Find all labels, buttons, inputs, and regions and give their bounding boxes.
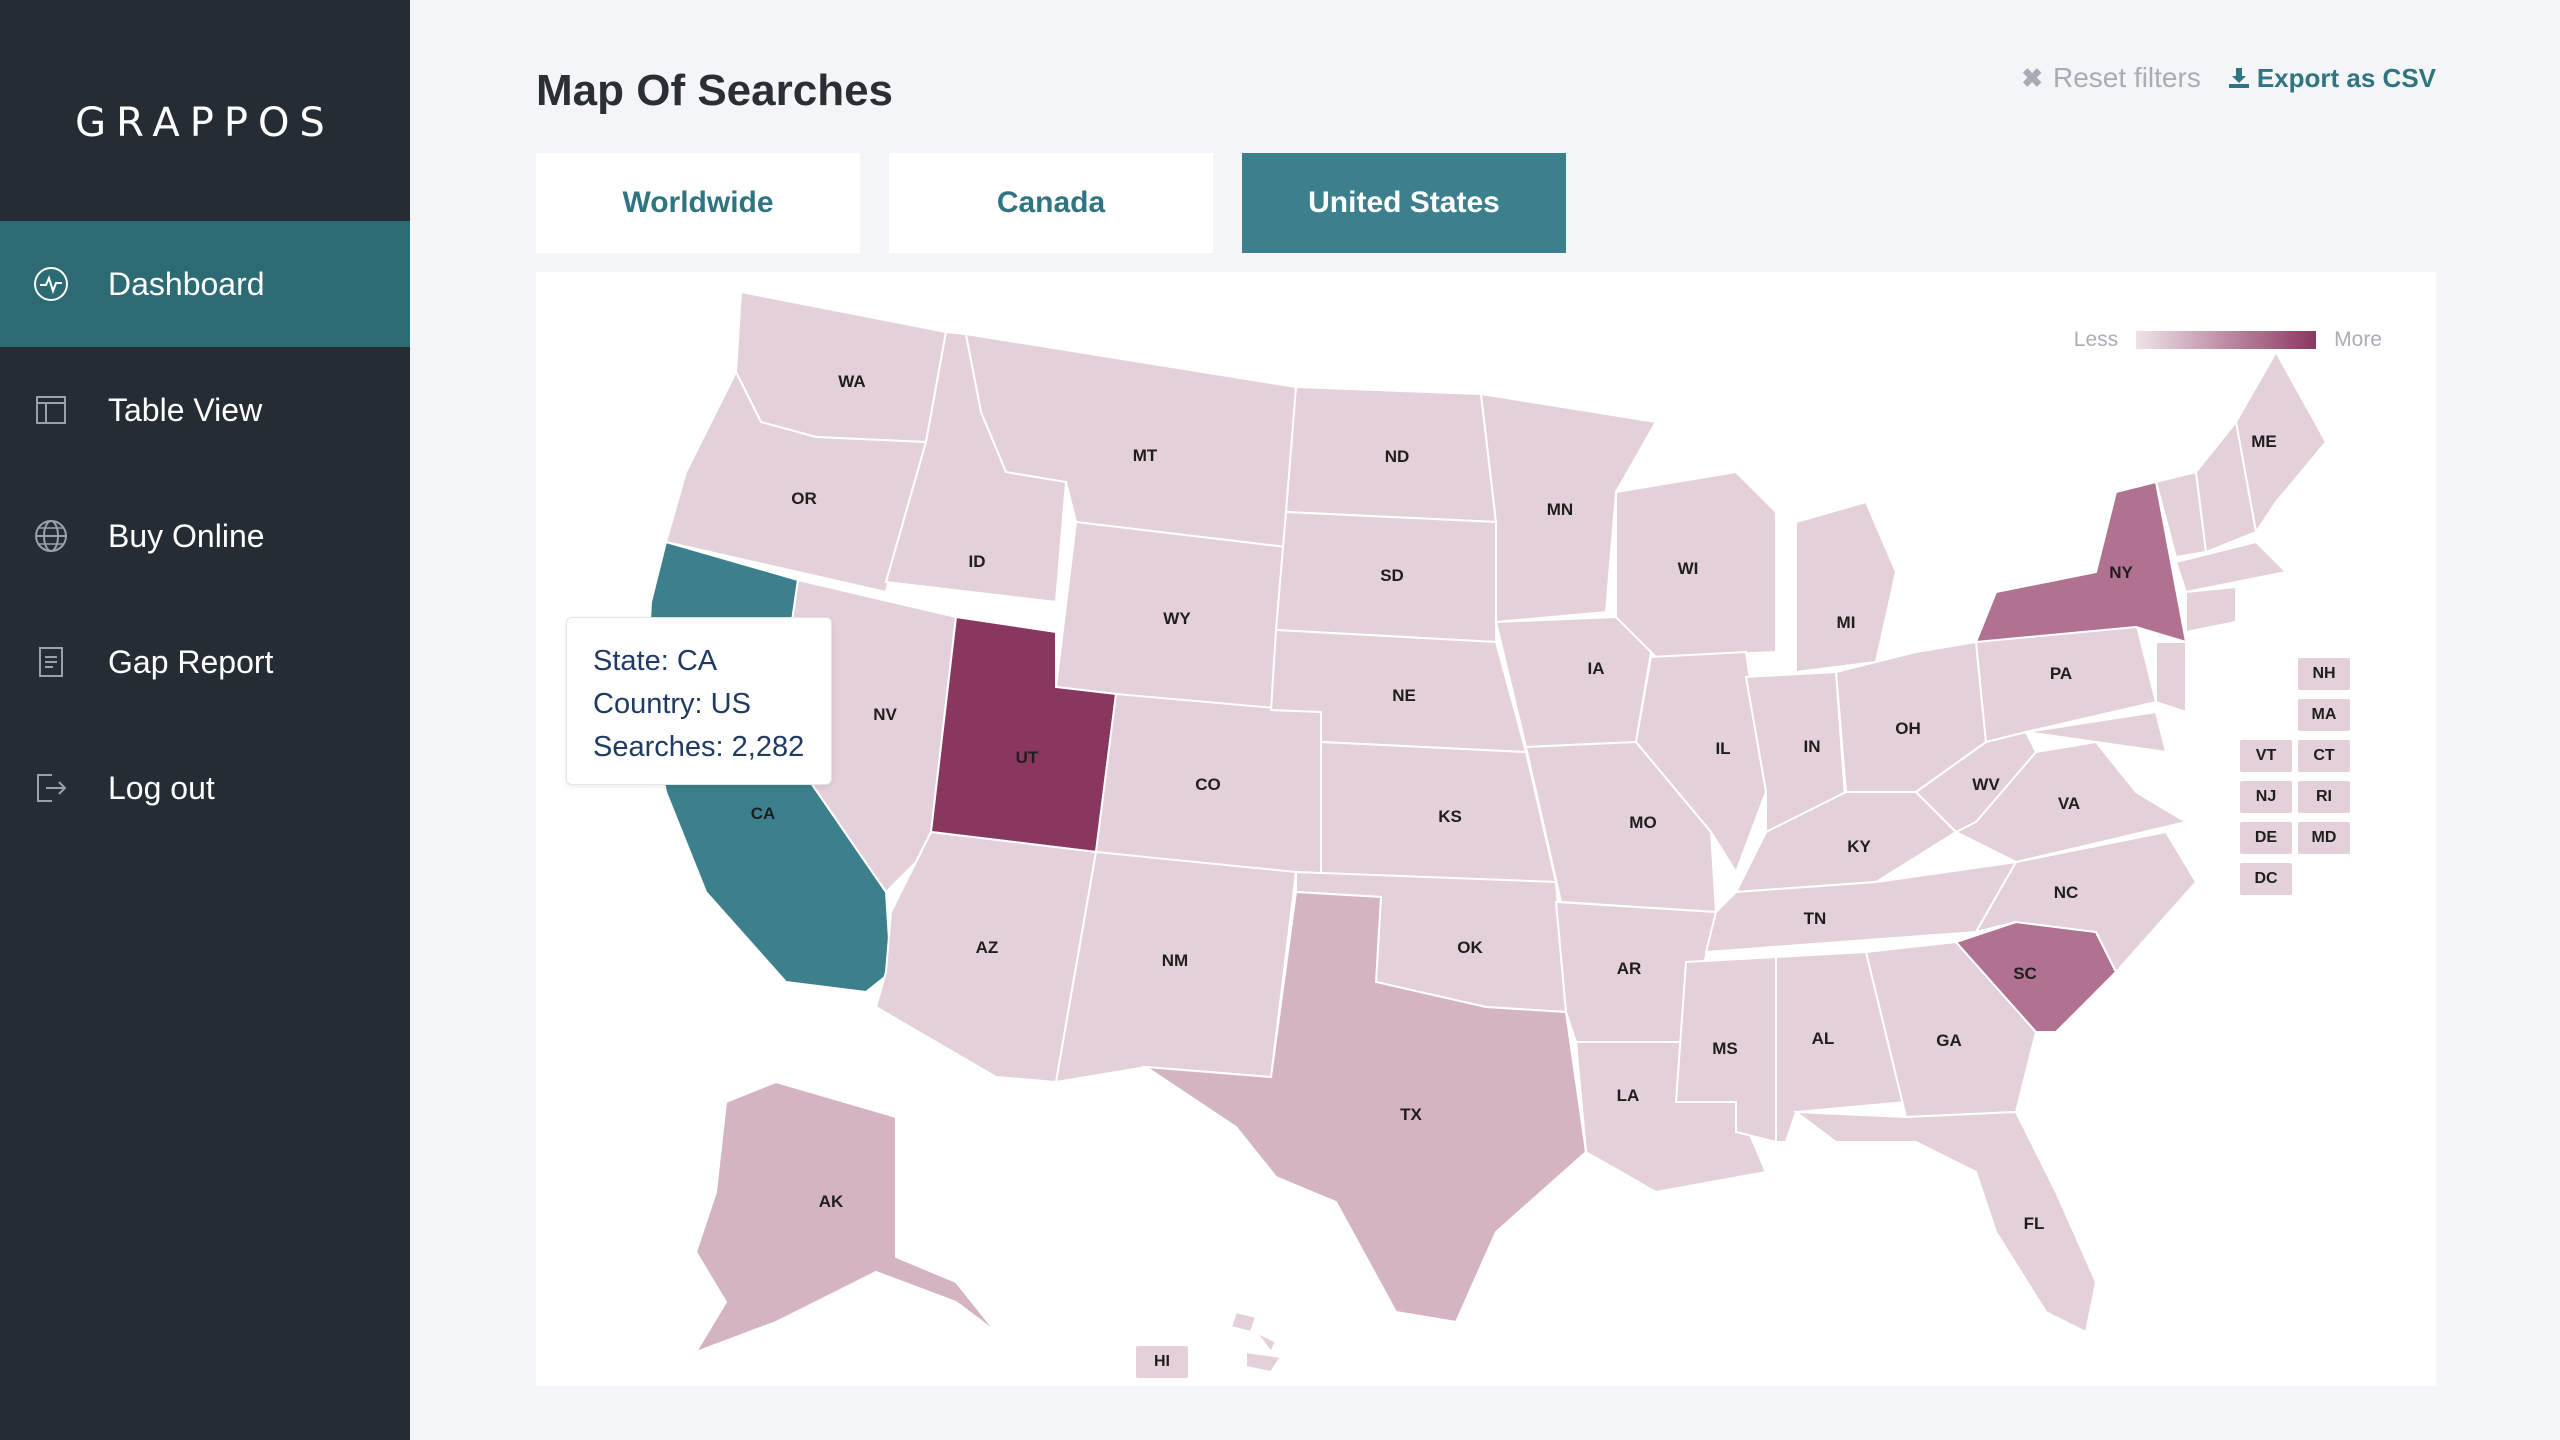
state-label-nc: NC — [2054, 883, 2079, 902]
sidebar-item-label: Dashboard — [108, 265, 265, 302]
state-label-mo: MO — [1629, 813, 1656, 832]
state-label-hi[interactable]: HI — [1136, 1346, 1188, 1378]
state-label-ak: AK — [819, 1192, 844, 1211]
sidebar: GRAPPOS Dashboard Table View Buy Online … — [0, 0, 410, 1440]
export-csv-button[interactable]: Export as CSV — [2227, 63, 2436, 94]
us-map: WA OR CA ID NV MT WY UT AZ CO NM ND SD N… — [644, 290, 2328, 1374]
state-label-ky: KY — [1847, 837, 1871, 856]
map-card: Less More WA OR CA ID NV MT WY UT AZ CO … — [536, 272, 2436, 1386]
reset-filters-label: Reset filters — [2053, 62, 2201, 93]
tooltip-state: State: CA — [593, 645, 718, 677]
state-label-sd: SD — [1380, 566, 1404, 585]
state-label-tn: TN — [1804, 909, 1827, 928]
reset-filters-button[interactable]: ✖ Reset filters — [2021, 62, 2201, 94]
state-label-ms: MS — [1712, 1039, 1738, 1058]
state-ct[interactable] — [2185, 585, 2237, 634]
state-ny[interactable] — [1974, 480, 2188, 644]
sidebar-item-table-view[interactable]: Table View — [0, 347, 410, 473]
small-state-ct[interactable]: CT — [2298, 740, 2350, 772]
tooltip-searches: Searches: 2,282 — [593, 731, 805, 763]
sidebar-item-label: Gap Report — [108, 643, 274, 680]
close-icon: ✖ — [2021, 62, 2043, 93]
state-wa[interactable] — [734, 290, 948, 444]
sidebar-item-log-out[interactable]: Log out — [0, 725, 410, 851]
globe-icon — [32, 517, 70, 555]
state-ak[interactable] — [693, 1080, 997, 1354]
sidebar-item-gap-report[interactable]: Gap Report — [0, 599, 410, 725]
small-state-ri[interactable]: RI — [2298, 781, 2350, 813]
page-title: Map Of Searches — [536, 66, 894, 115]
sidebar-item-label: Table View — [108, 391, 263, 428]
state-nj[interactable] — [2155, 641, 2187, 714]
state-label-or: OR — [791, 489, 817, 508]
tab-united-states[interactable]: United States — [1242, 153, 1566, 253]
export-csv-label: Export as CSV — [2256, 62, 2436, 93]
state-label-mt: MT — [1133, 446, 1158, 465]
state-label-me: ME — [2251, 432, 2277, 451]
state-label-ia: IA — [1588, 659, 1605, 678]
sidebar-item-buy-online[interactable]: Buy Online — [0, 473, 410, 599]
download-icon — [2228, 68, 2249, 88]
state-label-ks: KS — [1438, 807, 1462, 826]
table-icon — [32, 391, 70, 429]
state-label-ga: GA — [1936, 1031, 1962, 1050]
sidebar-item-label: Buy Online — [108, 517, 265, 554]
state-label-wy: WY — [1163, 609, 1191, 628]
state-label-la: LA — [1617, 1086, 1640, 1105]
state-label-fl: FL — [2024, 1214, 2045, 1233]
state-label-id: ID — [969, 552, 986, 571]
state-label-nv: NV — [873, 705, 897, 724]
state-label-ut: UT — [1016, 748, 1039, 767]
state-mi[interactable] — [1795, 500, 1898, 674]
state-label-va: VA — [2058, 794, 2080, 813]
state-label-il: IL — [1715, 739, 1730, 758]
brand-logo: GRAPPOS — [75, 100, 335, 146]
small-state-de[interactable]: DE — [2240, 822, 2292, 854]
small-state-nj[interactable]: NJ — [2240, 781, 2292, 813]
state-fl[interactable] — [1792, 1110, 2098, 1334]
sidebar-nav: Dashboard Table View Buy Online Gap Repo… — [0, 221, 410, 851]
small-state-dc[interactable]: DC — [2240, 863, 2292, 895]
state-label-tx: TX — [1400, 1105, 1422, 1124]
region-tabs: Worldwide Canada United States — [536, 153, 1566, 253]
activity-icon — [32, 265, 70, 303]
sidebar-item-dashboard[interactable]: Dashboard — [0, 221, 410, 347]
state-label-ny: NY — [2109, 563, 2133, 582]
tab-worldwide[interactable]: Worldwide — [536, 153, 860, 253]
state-label-pa: PA — [2050, 664, 2072, 683]
state-label-nd: ND — [1385, 447, 1410, 466]
small-state-nh[interactable]: NH — [2298, 658, 2350, 690]
small-state-vt[interactable]: VT — [2240, 740, 2292, 772]
state-hi[interactable] — [1229, 1310, 1283, 1374]
document-icon — [32, 643, 70, 681]
state-label-ne: NE — [1392, 686, 1416, 705]
state-label-mn: MN — [1547, 500, 1573, 519]
state-label-ar: AR — [1617, 959, 1642, 978]
logout-icon — [32, 769, 70, 807]
state-label-al: AL — [1812, 1029, 1835, 1048]
header-actions: ✖ Reset filters Export as CSV — [2021, 62, 2436, 94]
state-label-sc: SC — [2013, 964, 2037, 983]
state-label-ca: CA — [751, 804, 776, 823]
state-label-in: IN — [1804, 737, 1821, 756]
state-label-nm: NM — [1162, 951, 1188, 970]
small-state-md[interactable]: MD — [2298, 822, 2350, 854]
small-state-ma[interactable]: MA — [2298, 699, 2350, 731]
state-label-mi: MI — [1837, 613, 1856, 632]
tab-canada[interactable]: Canada — [889, 153, 1213, 253]
map-tooltip: State: CA Country: US Searches: 2,282 — [566, 617, 832, 785]
state-label-wv: WV — [1972, 775, 2000, 794]
state-label-wi: WI — [1678, 559, 1699, 578]
state-label-wa: WA — [838, 372, 865, 391]
state-label-co: CO — [1195, 775, 1221, 794]
sidebar-item-label: Log out — [108, 769, 215, 806]
tooltip-country: Country: US — [593, 688, 751, 720]
state-label-az: AZ — [976, 938, 999, 957]
state-label-oh: OH — [1895, 719, 1921, 738]
state-label-ok: OK — [1457, 938, 1483, 957]
